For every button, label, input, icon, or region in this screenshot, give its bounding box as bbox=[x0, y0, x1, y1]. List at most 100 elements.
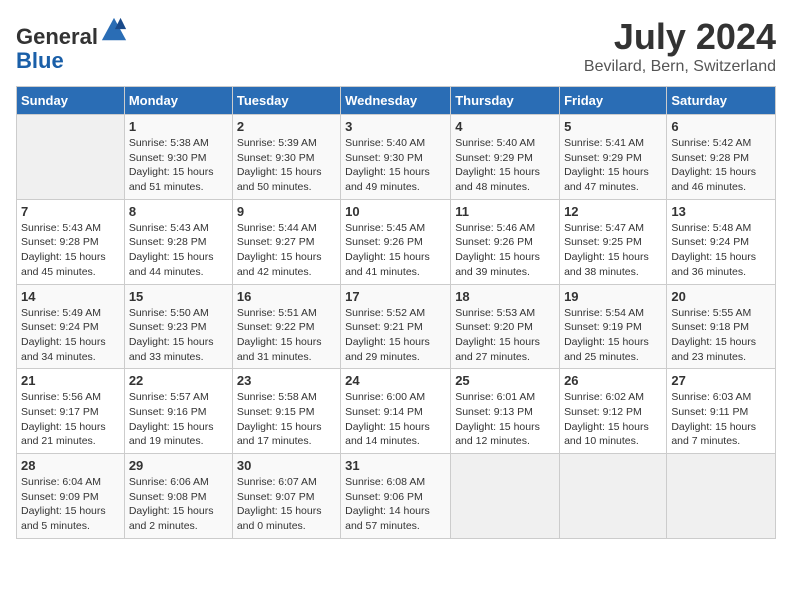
calendar-cell bbox=[667, 454, 776, 539]
day-number: 17 bbox=[345, 289, 446, 304]
cell-info: Sunrise: 5:39 AM Sunset: 9:30 PM Dayligh… bbox=[237, 136, 336, 195]
day-number: 3 bbox=[345, 119, 446, 134]
day-number: 19 bbox=[564, 289, 662, 304]
calendar-cell: 4 Sunrise: 5:40 AM Sunset: 9:29 PM Daylig… bbox=[451, 115, 560, 200]
weekday-header-wednesday: Wednesday bbox=[341, 87, 451, 115]
cell-info: Sunrise: 5:43 AM Sunset: 9:28 PM Dayligh… bbox=[129, 221, 228, 280]
calendar-cell: 7Sunrise: 5:43 AM Sunset: 9:28 PM Daylig… bbox=[17, 199, 125, 284]
cell-info: Sunrise: 5:44 AM Sunset: 9:27 PM Dayligh… bbox=[237, 221, 336, 280]
weekday-header-monday: Monday bbox=[124, 87, 232, 115]
calendar-cell: 21 Sunrise: 5:56 AM Sunset: 9:17 PM Dayli… bbox=[17, 369, 125, 454]
day-number: 4 bbox=[455, 119, 555, 134]
cell-info: Sunrise: 6:02 AM Sunset: 9:12 PM Dayligh… bbox=[564, 390, 662, 449]
calendar-cell bbox=[560, 454, 667, 539]
weekday-header-saturday: Saturday bbox=[667, 87, 776, 115]
cell-info: Sunrise: 6:01 AM Sunset: 9:13 PM Dayligh… bbox=[455, 390, 555, 449]
calendar-cell: 1 Sunrise: 5:38 AM Sunset: 9:30 PM Daylig… bbox=[124, 115, 232, 200]
cell-info: Sunrise: 5:46 AM Sunset: 9:26 PM Dayligh… bbox=[455, 221, 555, 280]
calendar-cell: 20 Sunrise: 5:55 AM Sunset: 9:18 PM Dayli… bbox=[667, 284, 776, 369]
day-number: 6 bbox=[671, 119, 771, 134]
day-number: 10 bbox=[345, 204, 446, 219]
weekday-header-friday: Friday bbox=[560, 87, 667, 115]
day-number: 5 bbox=[564, 119, 662, 134]
day-number: 1 bbox=[129, 119, 228, 134]
page-header: General Blue July 2024 Bevilard, Bern, S… bbox=[16, 16, 776, 76]
weekday-header-thursday: Thursday bbox=[451, 87, 560, 115]
day-number: 22 bbox=[129, 373, 228, 388]
cell-info: Sunrise: 5:50 AM Sunset: 9:23 PM Dayligh… bbox=[129, 306, 228, 365]
calendar-cell: 25 Sunrise: 6:01 AM Sunset: 9:13 PM Dayli… bbox=[451, 369, 560, 454]
weekday-header-row: SundayMondayTuesdayWednesdayThursdayFrid… bbox=[17, 87, 776, 115]
day-number: 27 bbox=[671, 373, 771, 388]
cell-info: Sunrise: 6:00 AM Sunset: 9:14 PM Dayligh… bbox=[345, 390, 446, 449]
calendar-cell: 24 Sunrise: 6:00 AM Sunset: 9:14 PM Dayli… bbox=[341, 369, 451, 454]
cell-info: Sunrise: 6:07 AM Sunset: 9:07 PM Dayligh… bbox=[237, 475, 336, 534]
cell-info: Sunrise: 5:55 AM Sunset: 9:18 PM Dayligh… bbox=[671, 306, 771, 365]
calendar-cell: 29Sunrise: 6:06 AM Sunset: 9:08 PM Dayli… bbox=[124, 454, 232, 539]
cell-info: Sunrise: 5:52 AM Sunset: 9:21 PM Dayligh… bbox=[345, 306, 446, 365]
logo-general: General bbox=[16, 24, 98, 49]
week-row-3: 14Sunrise: 5:49 AM Sunset: 9:24 PM Dayli… bbox=[17, 284, 776, 369]
week-row-4: 21 Sunrise: 5:56 AM Sunset: 9:17 PM Dayli… bbox=[17, 369, 776, 454]
cell-info: Sunrise: 6:03 AM Sunset: 9:11 PM Dayligh… bbox=[671, 390, 771, 449]
day-number: 21 bbox=[21, 373, 120, 388]
calendar-cell bbox=[451, 454, 560, 539]
cell-info: Sunrise: 5:53 AM Sunset: 9:20 PM Dayligh… bbox=[455, 306, 555, 365]
weekday-header-tuesday: Tuesday bbox=[232, 87, 340, 115]
calendar-cell: 16Sunrise: 5:51 AM Sunset: 9:22 PM Dayli… bbox=[232, 284, 340, 369]
day-number: 25 bbox=[455, 373, 555, 388]
calendar-cell: 22 Sunrise: 5:57 AM Sunset: 9:16 PM Dayli… bbox=[124, 369, 232, 454]
cell-info: Sunrise: 5:45 AM Sunset: 9:26 PM Dayligh… bbox=[345, 221, 446, 280]
calendar-cell: 26 Sunrise: 6:02 AM Sunset: 9:12 PM Dayli… bbox=[560, 369, 667, 454]
day-number: 29 bbox=[129, 458, 228, 473]
cell-info: Sunrise: 5:42 AM Sunset: 9:28 PM Dayligh… bbox=[671, 136, 771, 195]
calendar-cell: 19Sunrise: 5:54 AM Sunset: 9:19 PM Dayli… bbox=[560, 284, 667, 369]
day-number: 11 bbox=[455, 204, 555, 219]
calendar-cell: 10 Sunrise: 5:45 AM Sunset: 9:26 PM Dayli… bbox=[341, 199, 451, 284]
location-subtitle: Bevilard, Bern, Switzerland bbox=[584, 58, 776, 76]
calendar-cell: 9Sunrise: 5:44 AM Sunset: 9:27 PM Daylig… bbox=[232, 199, 340, 284]
day-number: 28 bbox=[21, 458, 120, 473]
calendar-cell: 8 Sunrise: 5:43 AM Sunset: 9:28 PM Daylig… bbox=[124, 199, 232, 284]
cell-info: Sunrise: 5:47 AM Sunset: 9:25 PM Dayligh… bbox=[564, 221, 662, 280]
day-number: 2 bbox=[237, 119, 336, 134]
cell-info: Sunrise: 6:08 AM Sunset: 9:06 PM Dayligh… bbox=[345, 475, 446, 534]
day-number: 24 bbox=[345, 373, 446, 388]
calendar-cell: 28Sunrise: 6:04 AM Sunset: 9:09 PM Dayli… bbox=[17, 454, 125, 539]
week-row-2: 7Sunrise: 5:43 AM Sunset: 9:28 PM Daylig… bbox=[17, 199, 776, 284]
calendar-table: SundayMondayTuesdayWednesdayThursdayFrid… bbox=[16, 86, 776, 539]
calendar-cell: 14Sunrise: 5:49 AM Sunset: 9:24 PM Dayli… bbox=[17, 284, 125, 369]
cell-info: Sunrise: 5:38 AM Sunset: 9:30 PM Dayligh… bbox=[129, 136, 228, 195]
day-number: 13 bbox=[671, 204, 771, 219]
day-number: 20 bbox=[671, 289, 771, 304]
cell-info: Sunrise: 5:58 AM Sunset: 9:15 PM Dayligh… bbox=[237, 390, 336, 449]
calendar-cell: 23 Sunrise: 5:58 AM Sunset: 9:15 PM Dayli… bbox=[232, 369, 340, 454]
day-number: 14 bbox=[21, 289, 120, 304]
day-number: 23 bbox=[237, 373, 336, 388]
weekday-header-sunday: Sunday bbox=[17, 87, 125, 115]
calendar-cell: 15 Sunrise: 5:50 AM Sunset: 9:23 PM Dayli… bbox=[124, 284, 232, 369]
cell-info: Sunrise: 5:56 AM Sunset: 9:17 PM Dayligh… bbox=[21, 390, 120, 449]
cell-info: Sunrise: 5:40 AM Sunset: 9:29 PM Dayligh… bbox=[455, 136, 555, 195]
title-block: July 2024 Bevilard, Bern, Switzerland bbox=[584, 16, 776, 76]
day-number: 16 bbox=[237, 289, 336, 304]
calendar-cell: 27 Sunrise: 6:03 AM Sunset: 9:11 PM Dayli… bbox=[667, 369, 776, 454]
calendar-cell: 30Sunrise: 6:07 AM Sunset: 9:07 PM Dayli… bbox=[232, 454, 340, 539]
day-number: 26 bbox=[564, 373, 662, 388]
day-number: 31 bbox=[345, 458, 446, 473]
calendar-cell: 2 Sunrise: 5:39 AM Sunset: 9:30 PM Daylig… bbox=[232, 115, 340, 200]
calendar-cell: 31 Sunrise: 6:08 AM Sunset: 9:06 PM Dayli… bbox=[341, 454, 451, 539]
cell-info: Sunrise: 5:57 AM Sunset: 9:16 PM Dayligh… bbox=[129, 390, 228, 449]
week-row-5: 28Sunrise: 6:04 AM Sunset: 9:09 PM Dayli… bbox=[17, 454, 776, 539]
calendar-cell: 18 Sunrise: 5:53 AM Sunset: 9:20 PM Dayli… bbox=[451, 284, 560, 369]
calendar-cell: 13Sunrise: 5:48 AM Sunset: 9:24 PM Dayli… bbox=[667, 199, 776, 284]
logo-icon bbox=[100, 16, 128, 44]
cell-info: Sunrise: 5:40 AM Sunset: 9:30 PM Dayligh… bbox=[345, 136, 446, 195]
day-number: 18 bbox=[455, 289, 555, 304]
calendar-cell: 11 Sunrise: 5:46 AM Sunset: 9:26 PM Dayli… bbox=[451, 199, 560, 284]
week-row-1: 1 Sunrise: 5:38 AM Sunset: 9:30 PM Daylig… bbox=[17, 115, 776, 200]
cell-info: Sunrise: 5:41 AM Sunset: 9:29 PM Dayligh… bbox=[564, 136, 662, 195]
day-number: 8 bbox=[129, 204, 228, 219]
day-number: 15 bbox=[129, 289, 228, 304]
calendar-cell bbox=[17, 115, 125, 200]
